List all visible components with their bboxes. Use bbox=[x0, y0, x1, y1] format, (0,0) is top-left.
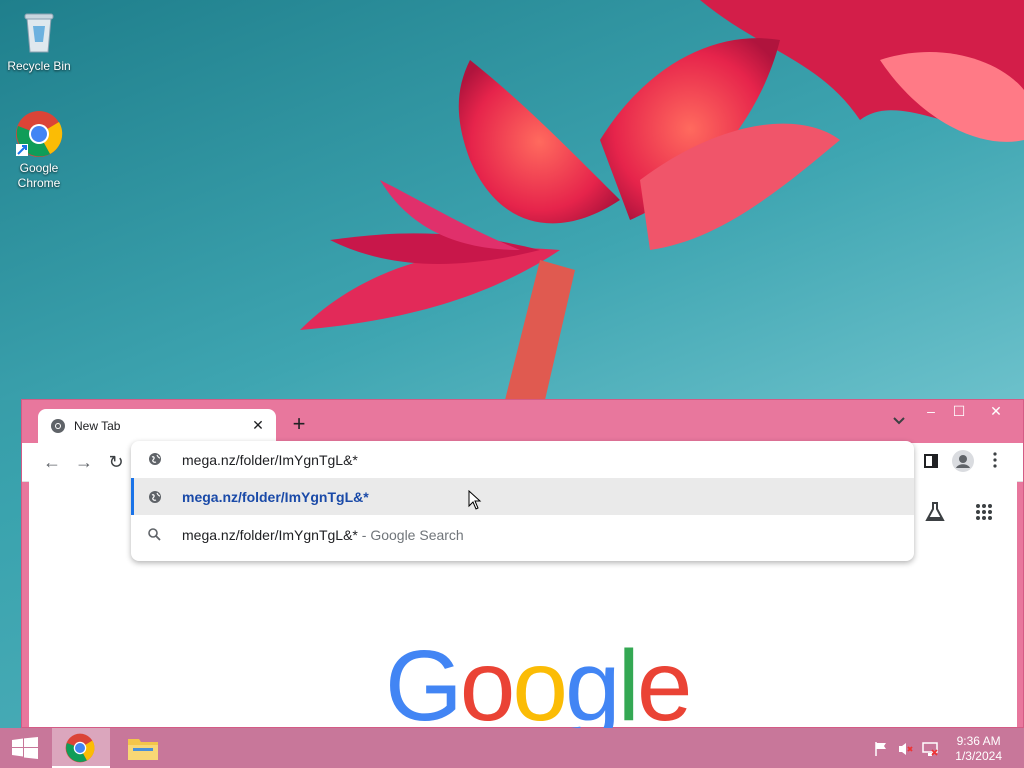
reload-button[interactable]: ↻ bbox=[104, 450, 128, 474]
new-tab-button[interactable]: + bbox=[287, 413, 311, 437]
file-explorer-taskbar-icon[interactable] bbox=[114, 728, 172, 768]
desktop-wallpaper bbox=[0, 0, 1024, 400]
desktop-icon-label: Recycle Bin bbox=[7, 59, 71, 73]
desktop-icon-google-chrome[interactable]: Google Chrome bbox=[4, 110, 74, 191]
start-button[interactable] bbox=[0, 728, 58, 768]
recycle-bin-icon bbox=[15, 8, 63, 56]
globe-icon bbox=[148, 452, 162, 466]
maximize-button[interactable]: ☐ bbox=[943, 400, 975, 424]
google-apps-icon[interactable] bbox=[975, 503, 993, 526]
tab-close-icon[interactable]: ✕ bbox=[248, 415, 268, 435]
action-center-flag-icon[interactable] bbox=[873, 741, 889, 757]
taskbar: 9:36 AM 1/3/2024 bbox=[0, 728, 1024, 768]
google-logo: Google bbox=[385, 630, 692, 742]
omnibox-input-value: mega.nz/folder/ImYgnTgL&* bbox=[182, 452, 358, 468]
tab-title: New Tab bbox=[74, 419, 121, 433]
globe-icon bbox=[148, 490, 162, 504]
suggestion-text: mega.nz/folder/ImYgnTgL&* - Google Searc… bbox=[182, 527, 464, 543]
clock-date: 1/3/2024 bbox=[955, 749, 1002, 763]
omnibox-input[interactable]: mega.nz/folder/ImYgnTgL&* bbox=[131, 441, 914, 477]
network-icon[interactable] bbox=[922, 741, 938, 757]
back-button[interactable]: ← bbox=[40, 450, 64, 474]
clock-time: 9:36 AM bbox=[956, 734, 1001, 748]
suggestion-suffix: - Google Search bbox=[357, 527, 464, 543]
suggestion-text: mega.nz/folder/ImYgnTgL&* bbox=[182, 489, 369, 505]
tab-search-button[interactable] bbox=[893, 414, 905, 428]
desktop-icon-label: Google Chrome bbox=[17, 161, 61, 190]
forward-button[interactable]: → bbox=[72, 450, 96, 474]
chrome-favicon-icon bbox=[50, 418, 66, 434]
profile-avatar-icon[interactable] bbox=[951, 450, 975, 474]
tab-new-tab[interactable]: New Tab ✕ bbox=[38, 409, 276, 443]
chrome-icon bbox=[15, 110, 63, 158]
mouse-cursor-icon bbox=[468, 489, 482, 515]
omnibox-dropdown: mega.nz/folder/ImYgnTgL&* mega.nz/folder… bbox=[131, 441, 914, 561]
labs-flask-icon[interactable] bbox=[924, 501, 946, 528]
side-panel-icon[interactable] bbox=[919, 450, 943, 474]
search-icon bbox=[148, 528, 162, 542]
omnibox-suggestion[interactable]: mega.nz/folder/ImYgnTgL&* - Google Searc… bbox=[131, 516, 914, 553]
volume-muted-icon[interactable] bbox=[898, 741, 914, 757]
menu-kebab-icon[interactable] bbox=[983, 450, 1007, 474]
taskbar-clock[interactable]: 9:36 AM 1/3/2024 bbox=[955, 734, 1002, 764]
omnibox-suggestion[interactable]: mega.nz/folder/ImYgnTgL&* bbox=[131, 478, 914, 515]
chrome-taskbar-icon[interactable] bbox=[52, 728, 110, 768]
desktop-icon-recycle-bin[interactable]: Recycle Bin bbox=[4, 8, 74, 74]
close-window-button[interactable]: ✕ bbox=[975, 400, 1017, 424]
